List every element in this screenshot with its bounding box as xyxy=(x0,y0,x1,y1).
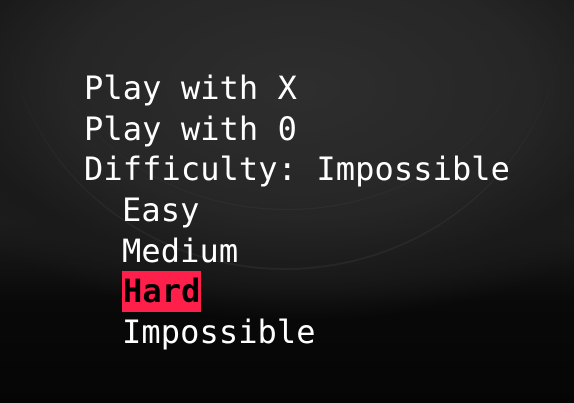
game-menu: Play with X Play with 0 Difficulty: Impo… xyxy=(84,68,510,353)
difficulty-hard-wrapper: Hard xyxy=(84,271,510,313)
play-with-o-option[interactable]: Play with 0 xyxy=(84,109,510,150)
difficulty-option[interactable]: Difficulty: Impossible xyxy=(84,149,510,190)
difficulty-impossible[interactable]: Impossible xyxy=(84,312,510,353)
difficulty-easy[interactable]: Easy xyxy=(84,190,510,231)
play-with-x-option[interactable]: Play with X xyxy=(84,68,510,109)
difficulty-medium[interactable]: Medium xyxy=(84,231,510,272)
difficulty-hard-selected[interactable]: Hard xyxy=(122,271,202,313)
